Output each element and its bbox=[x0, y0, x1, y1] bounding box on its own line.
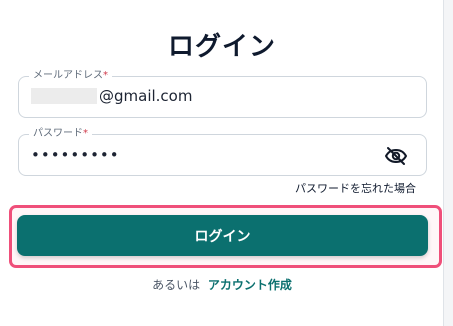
create-account-link[interactable]: アカウント作成 bbox=[208, 278, 292, 292]
password-field-label: パスワード* bbox=[29, 127, 92, 141]
password-label-text: パスワード bbox=[33, 128, 83, 139]
redacted-block bbox=[31, 88, 97, 104]
login-button[interactable]: ログイン bbox=[17, 215, 428, 256]
password-field[interactable]: パスワード* ••••••••• bbox=[18, 127, 427, 176]
email-label-text: メールアドレス bbox=[33, 70, 103, 81]
password-value[interactable]: ••••••••• bbox=[31, 146, 120, 164]
email-required-mark: * bbox=[103, 70, 108, 81]
email-field[interactable]: メールアドレス* @gmail.com bbox=[18, 69, 427, 118]
email-value[interactable]: @gmail.com bbox=[31, 87, 192, 105]
signup-row: あるいは アカウント作成 bbox=[0, 276, 444, 293]
page-edge bbox=[444, 0, 453, 326]
forgot-password-link[interactable]: パスワードを忘れた場合 bbox=[295, 180, 416, 196]
page-title: ログイン bbox=[167, 32, 276, 62]
password-required-mark: * bbox=[83, 128, 88, 139]
signup-prefix: あるいは bbox=[152, 278, 201, 292]
email-value-text: @gmail.com bbox=[99, 87, 193, 105]
eye-off-icon[interactable] bbox=[384, 144, 408, 168]
login-card: ログイン メールアドレス* @gmail.com パスワード* ••••••••… bbox=[0, 0, 444, 326]
email-field-label: メールアドレス* bbox=[29, 69, 112, 83]
